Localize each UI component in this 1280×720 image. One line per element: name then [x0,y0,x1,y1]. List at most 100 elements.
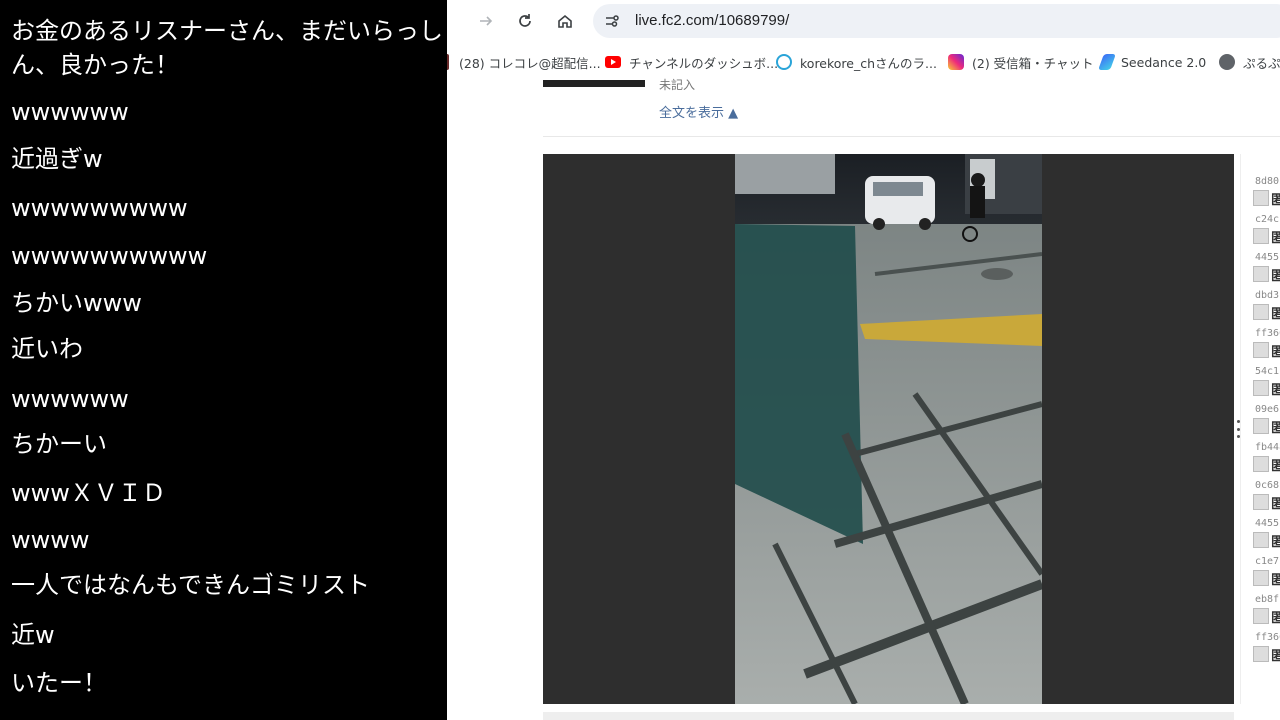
user-name: 匿 [1271,459,1280,474]
user-id: c24c [1255,214,1280,225]
browser-window: live.fc2.com/10689799/ (28) コレコレ@超配信... … [447,0,1280,720]
player-controls[interactable] [543,712,1234,720]
comment-line: wwwＸＶＩＤ [11,479,166,507]
ring-icon [776,54,792,70]
youtube-icon [605,56,621,68]
bookmarks-bar: (28) コレコレ@超配信... チャンネルのダッシュボ... korekore… [447,44,1280,78]
user-name: 匿 [1271,231,1280,246]
globe-icon [1219,54,1235,70]
user-id: 4455 [1255,252,1280,263]
bookmark-label: (28) コレコレ@超配信... [459,55,601,71]
browser-toolbar: live.fc2.com/10689799/ [447,0,1280,42]
bookmark-item[interactable]: チャンネルのダッシュボ... [605,53,778,71]
user-id: ff366 [1255,328,1280,339]
list-item[interactable]: ff366 匿 [1251,328,1280,366]
bookmark-item[interactable]: ぷるぷる [1219,53,1280,71]
divider [543,136,1280,137]
list-item[interactable]: fb448 匿 [1251,442,1280,480]
avatar [1253,570,1269,586]
user-id: 09e6 [1255,404,1280,415]
avatar [1253,266,1269,282]
street-scene-image [735,154,1042,704]
page-content: 未記入 全文を表示 ▲ 8d80 匿 c24c 匿 4455 匿 dbd3 匿 … [447,78,1280,720]
bookmark-label: Seedance 2.0 [1121,54,1207,70]
user-name: 匿 [1271,307,1280,322]
forward-button[interactable] [472,8,500,34]
comment-line: 一人ではなんもできんゴミリスト [11,571,371,599]
list-item[interactable]: 8d80 匿 [1251,176,1280,214]
user-name: 匿 [1271,535,1280,550]
user-id: 8d80 [1255,176,1280,187]
bookmark-item[interactable]: (28) コレコレ@超配信... [447,53,601,71]
comment-line: いたー！ [11,669,107,697]
description-status: 未記入 [659,78,696,92]
user-id: ff366 [1255,632,1280,643]
more-options-icon[interactable] [1235,420,1241,438]
generic-icon [447,54,449,70]
list-item[interactable]: 4455 匿 [1251,518,1280,556]
show-full-text-link[interactable]: 全文を表示 ▲ [659,102,738,121]
list-item[interactable]: 0c68 匿 [1251,480,1280,518]
url-text[interactable]: live.fc2.com/10689799/ [635,12,789,29]
comment-line: ちかーい [11,430,107,458]
home-icon [558,14,572,28]
reload-button[interactable] [511,8,539,34]
comment-line: 近過ぎw [11,145,103,173]
user-name: 匿 [1271,269,1280,284]
bookmark-item[interactable]: korekore_chさんのラ... [776,53,937,71]
home-button[interactable] [551,8,579,34]
list-item[interactable]: 4455 匿 [1251,252,1280,290]
list-item[interactable]: eb8f 匿 [1251,594,1280,632]
list-item[interactable]: 54c1 匿 [1251,366,1280,404]
bookmark-item[interactable]: (2) 受信箱・チャット [948,53,1094,71]
user-id: 54c1 [1255,366,1280,377]
bookmark-label: korekore_chさんのラ... [800,55,937,71]
bookmark-label: (2) 受信箱・チャット [972,55,1094,71]
list-item[interactable]: ff366 匿 [1251,632,1280,670]
comment-line: ん、良かった！ [11,51,179,79]
user-name: 匿 [1271,193,1280,208]
site-settings-icon[interactable] [603,12,621,30]
viewer-list: 8d80 匿 c24c 匿 4455 匿 dbd3 匿 ff366 匿 54c1 匿 09e… [1240,154,1280,704]
user-name: 匿 [1271,497,1280,512]
list-item[interactable]: 09e6 匿 [1251,404,1280,442]
user-id: 4455 [1255,518,1280,529]
avatar [1253,304,1269,320]
user-name: 匿 [1271,573,1280,588]
user-id: fb448 [1255,442,1280,453]
comment-overlay: お金のあるリスナーさん、まだいらっし ん、良かった！ wwwwww 近過ぎw w… [0,0,447,720]
comment-line: お金のあるリスナーさん、まだいらっし [11,17,443,45]
instagram-icon [948,54,964,70]
avatar [1253,418,1269,434]
comment-line: wwwwww [11,98,129,126]
address-bar[interactable]: live.fc2.com/10689799/ [593,4,1280,38]
avatar [1253,456,1269,472]
user-id: dbd3 [1255,290,1280,301]
user-name: 匿 [1271,345,1280,360]
comment-line: ちかいwww [11,289,142,317]
video-player[interactable] [543,154,1234,704]
user-name: 匿 [1271,611,1280,626]
avatar [1253,190,1269,206]
bookmark-label: ぷるぷる [1243,55,1280,71]
arrow-right-icon [480,16,493,26]
avatar [1253,608,1269,624]
list-item[interactable]: dbd3 匿 [1251,290,1280,328]
list-item[interactable]: c1e7 匿 [1251,556,1280,594]
bookmark-item[interactable]: Seedance 2.0 [1098,53,1207,71]
user-id: eb8f [1255,594,1280,605]
list-item[interactable]: c24c 匿 [1251,214,1280,252]
live-video-frame[interactable] [735,154,1042,704]
avatar [1253,494,1269,510]
user-id: c1e7 [1255,556,1280,567]
comment-line: wwwwww [11,385,129,413]
comment-line: 近w [11,621,55,649]
comment-line: 近いわ [11,335,83,363]
reload-icon [519,14,531,27]
user-name: 匿 [1271,383,1280,398]
comment-line: wwwwwwwww [11,194,188,222]
comment-line: wwwwwwwwww [11,242,208,270]
avatar [1253,228,1269,244]
user-name: 匿 [1271,649,1280,664]
user-id: 0c68 [1255,480,1280,491]
